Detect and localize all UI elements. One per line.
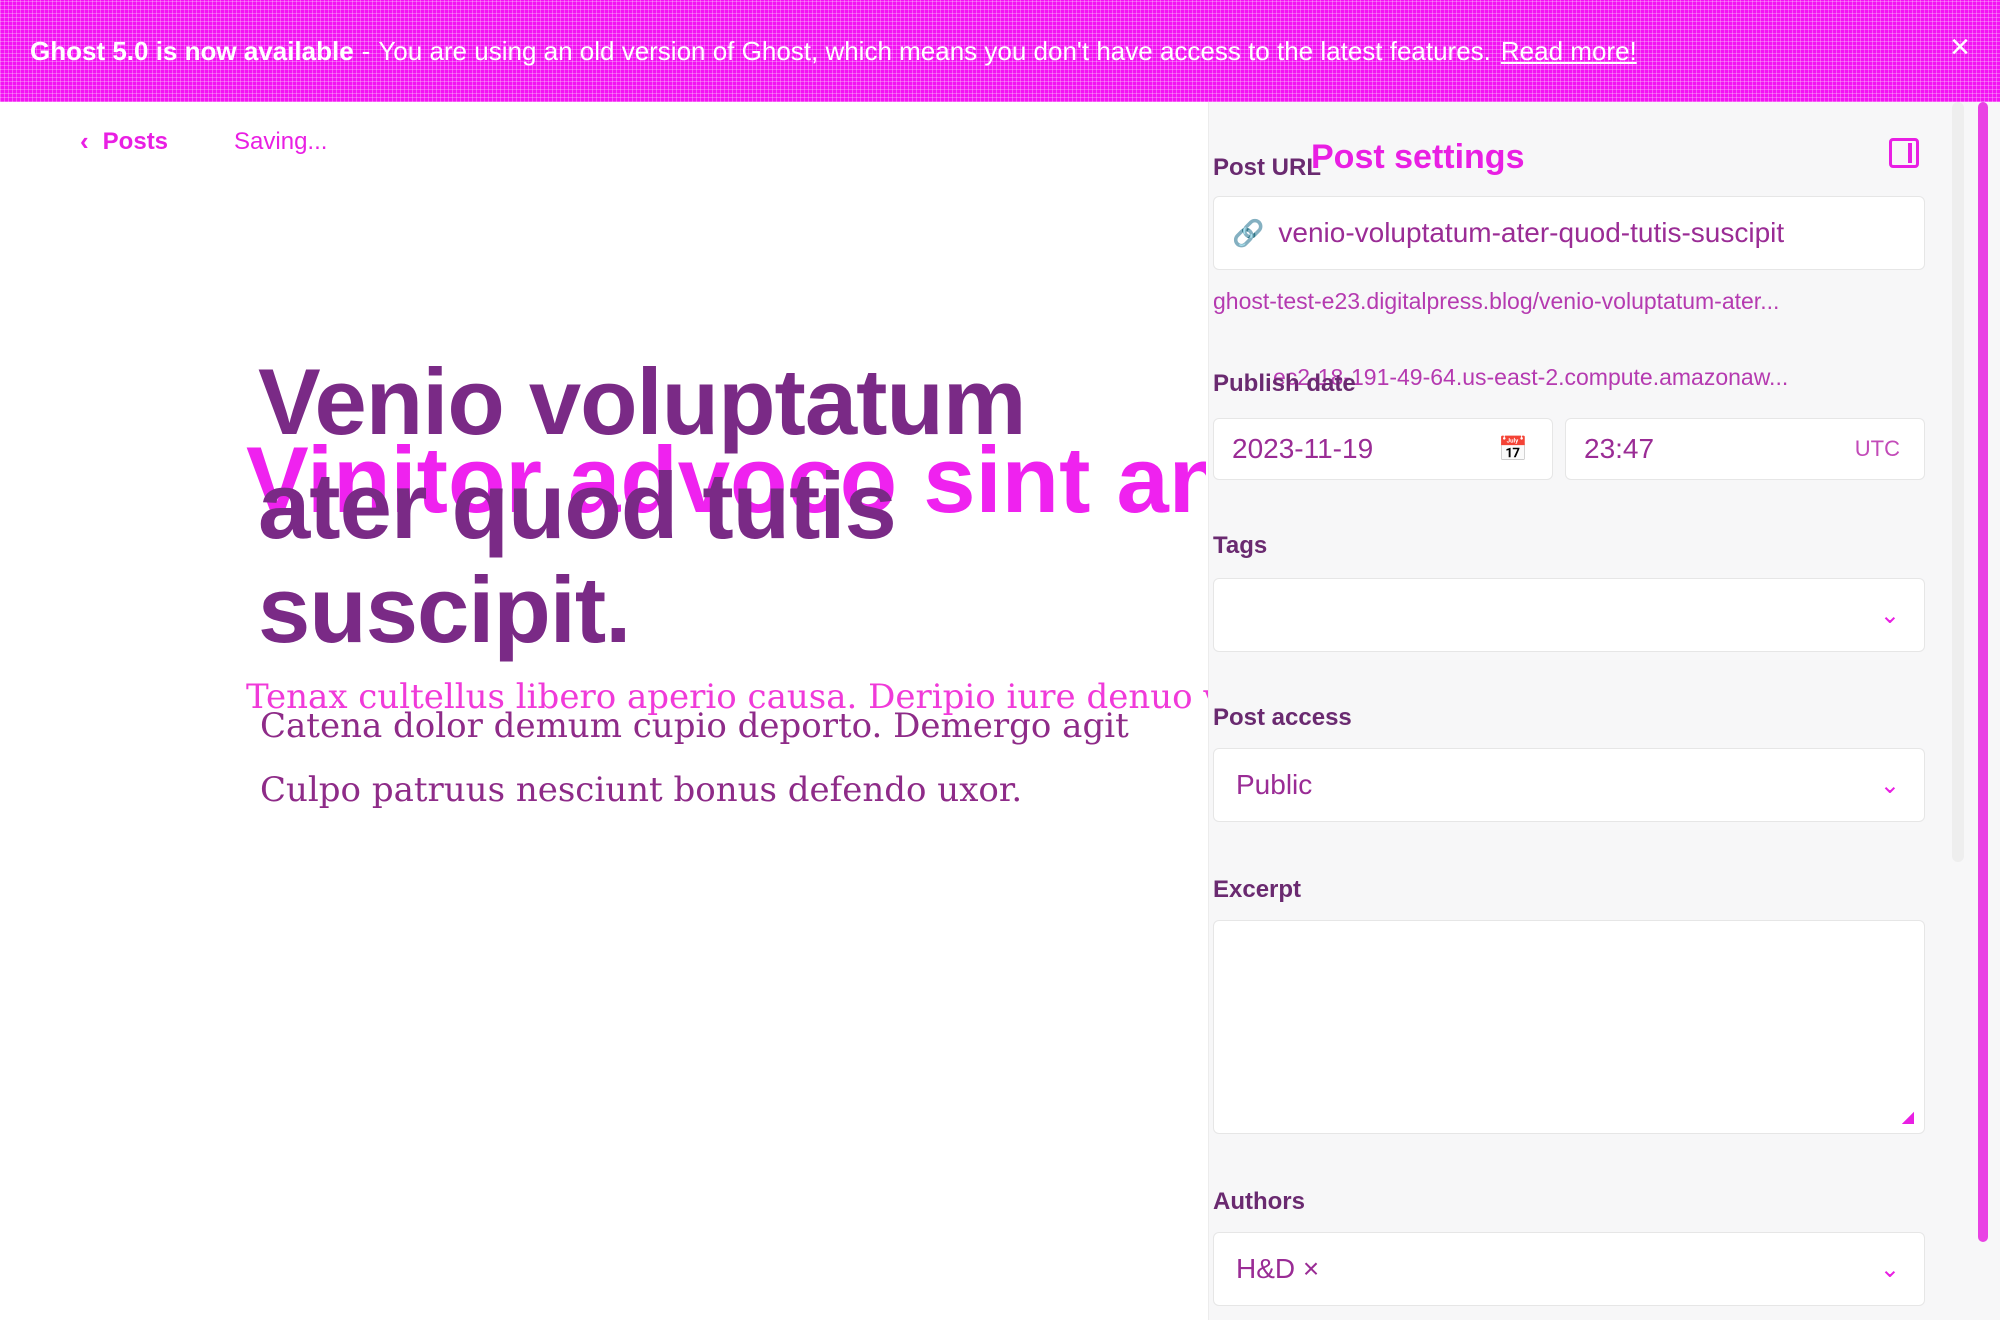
authors-select[interactable]: H&D × ⌄: [1213, 1232, 1925, 1306]
back-to-posts-button[interactable]: ‹ Posts: [80, 126, 168, 157]
editor-header: ‹ Posts Saving...: [80, 126, 327, 157]
post-url-hint: ghost-test-e23.digitalpress.blog/venio-v…: [1213, 288, 1780, 314]
post-editor: ‹ Posts Saving... Vinitor advoco sint an…: [0, 102, 1208, 1320]
settings-title: Post settings: [1311, 138, 1525, 176]
post-url-label: Post URL: [1213, 154, 1321, 181]
link-icon: 🔗: [1232, 217, 1265, 248]
post-access-label: Post access: [1213, 704, 1352, 731]
timezone-label: UTC: [1854, 436, 1900, 461]
publish-time-field[interactable]: 23:47 UTC: [1565, 418, 1925, 480]
chevron-down-icon: ⌄: [1879, 771, 1900, 799]
post-settings-panel: Post settings Post URL 🔗 venio-voluptatu…: [1208, 102, 2000, 1320]
excerpt-label: Excerpt: [1213, 876, 1302, 903]
post-title[interactable]: Venio voluptatum ater quod tutis suscipi…: [258, 350, 1218, 662]
post-access-select[interactable]: Public ⌄: [1213, 748, 1925, 822]
tags-label: Tags: [1213, 532, 1268, 559]
date-value: 2023-11-19: [1232, 433, 1374, 464]
banner-read-more-link[interactable]: Read more!: [1501, 36, 1637, 67]
post-url-hint-secondary: ec2-18-191-49-64.us-east-2.compute.amazo…: [1273, 364, 1789, 390]
publish-date-label: Publish date: [1213, 370, 1356, 397]
time-value: 23:47: [1584, 433, 1655, 464]
publish-date-field[interactable]: 2023-11-19 📅: [1213, 418, 1553, 480]
calendar-icon[interactable]: 📅: [1498, 435, 1528, 464]
banner-message: You are using an old version of Ghost, w…: [378, 35, 1491, 66]
post-body[interactable]: Catena dolor demum cupio deporto. Demerg…: [260, 694, 1210, 822]
authors-label: Authors: [1213, 1188, 1305, 1215]
page-scrollbar[interactable]: [1978, 102, 1988, 1242]
banner-separator: -: [361, 35, 371, 66]
resize-handle-icon[interactable]: ◢: [1902, 1107, 1914, 1127]
author-token[interactable]: H&D ×: [1236, 1253, 1319, 1285]
post-url-value: venio-voluptatum-ater-quod-tutis-suscipi…: [1278, 217, 1785, 248]
update-banner: Ghost 5.0 is now available - You are usi…: [0, 0, 2000, 102]
excerpt-textarea[interactable]: ◢: [1213, 920, 1925, 1134]
banner-close-icon[interactable]: ×: [1950, 30, 1970, 64]
post-url-field[interactable]: 🔗 venio-voluptatum-ater-quod-tutis-susci…: [1213, 196, 1925, 270]
body-paragraph-line: Catena dolor demum cupio deporto. Demerg…: [260, 706, 1129, 746]
sidebar-toggle-icon[interactable]: [1889, 138, 1919, 168]
chevron-down-icon: ⌄: [1879, 601, 1900, 629]
banner-headline: Ghost 5.0 is now available: [30, 35, 354, 66]
save-status: Saving...: [234, 127, 328, 155]
back-label: Posts: [102, 127, 169, 155]
settings-header: Post settings: [1259, 138, 1919, 188]
post-access-value: Public: [1236, 769, 1313, 800]
body-paragraph-line: Culpo patruus nesciunt bonus defendo uxo…: [260, 770, 1023, 810]
chevron-down-icon: ⌄: [1879, 1255, 1900, 1283]
panel-scrollbar-track[interactable]: [1952, 102, 1964, 862]
chevron-left-icon: ‹: [80, 126, 89, 156]
tags-input[interactable]: ⌄: [1213, 578, 1925, 652]
